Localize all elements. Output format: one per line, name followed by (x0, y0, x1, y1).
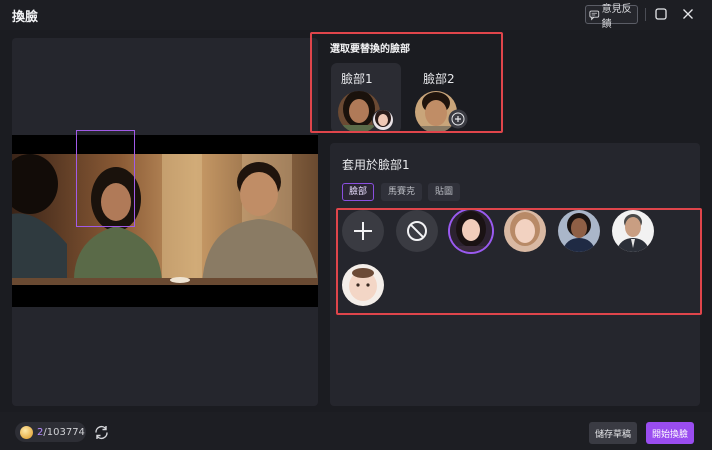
no-effect-button[interactable] (396, 210, 438, 252)
tab-face[interactable]: 臉部 (342, 183, 375, 201)
face-tab-2-label: 臉部2 (423, 72, 455, 86)
face-swap-window: 換臉 意見反饋 選取要替換的臉部 臉部1 臉部2 套用於臉部1 臉部 馬賽克 貼… (0, 0, 712, 450)
title-divider (645, 8, 646, 21)
face-tab-2[interactable]: 臉部2 (413, 63, 483, 133)
video-preview-panel (12, 38, 318, 406)
template-baby[interactable] (342, 264, 384, 306)
template-avatar-5 (342, 264, 384, 306)
template-woman-blonde[interactable] (504, 210, 546, 252)
start-face-swap-button[interactable]: 開始換臉 (646, 422, 694, 444)
template-avatar-2 (504, 210, 546, 252)
template-woman-business[interactable] (558, 210, 600, 252)
video-frame (12, 135, 318, 307)
video-thumbnail-cafe (12, 154, 318, 285)
coin-icon (20, 425, 33, 439)
add-template-button[interactable] (342, 210, 384, 252)
add-face-icon[interactable] (448, 109, 468, 129)
plus-icon (354, 222, 372, 240)
window-title: 換臉 (12, 9, 39, 25)
apply-panel: 套用於臉部1 臉部 馬賽克 貼圖 (330, 143, 700, 406)
feedback-label: 意見反饋 (601, 3, 632, 30)
template-avatar-4 (612, 210, 654, 252)
credits-total: /103774 (43, 426, 85, 438)
no-entry-icon (407, 221, 427, 241)
select-faces-title: 選取要替換的臉部 (330, 44, 410, 55)
face-tab-1-label: 臉部1 (341, 72, 373, 86)
save-draft-button[interactable]: 儲存草稿 (589, 422, 637, 444)
footer-bar: 2 /103774 儲存草稿 開始換臉 (0, 412, 712, 450)
tab-mosaic[interactable]: 馬賽克 (381, 183, 423, 201)
maximize-button[interactable] (654, 7, 668, 21)
maximize-icon (655, 8, 667, 20)
tab-sticker[interactable]: 貼圖 (428, 183, 461, 201)
close-icon (683, 9, 693, 19)
chat-icon (589, 10, 600, 20)
template-woman-dark-hair[interactable] (450, 210, 492, 252)
template-avatar-3 (558, 210, 600, 252)
face-1-swap-badge (372, 109, 394, 131)
credits-badge: 2 /103774 (15, 422, 86, 442)
template-avatar-1 (450, 210, 492, 252)
feedback-button[interactable]: 意見反饋 (585, 4, 638, 30)
close-button[interactable] (681, 7, 695, 21)
face-tab-1[interactable]: 臉部1 (331, 63, 401, 133)
refresh-icon[interactable] (93, 424, 110, 441)
apply-title: 套用於臉部1 (342, 158, 410, 172)
template-man-suit[interactable] (612, 210, 654, 252)
